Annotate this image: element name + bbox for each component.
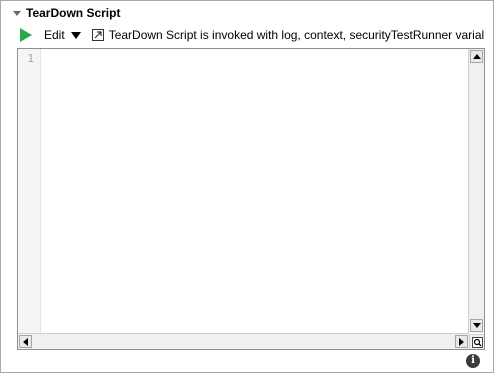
script-editor[interactable]: 1 [17, 48, 485, 350]
scroll-left-button[interactable] [19, 335, 32, 348]
zoom-corner-button[interactable] [469, 334, 484, 349]
script-toolbar: Edit TearDown Script is invoked with log… [20, 26, 484, 44]
edit-dropdown-icon[interactable] [70, 32, 81, 39]
scroll-up-button[interactable] [470, 50, 483, 63]
scroll-right-button[interactable] [455, 335, 468, 348]
play-icon[interactable] [20, 28, 32, 42]
arrow-up-icon [472, 54, 481, 59]
arrow-down-icon [472, 323, 481, 328]
magnifier-icon [471, 336, 483, 348]
line-number-gutter: 1 [18, 49, 41, 333]
panel-header[interactable]: TearDown Script [13, 5, 120, 21]
scroll-down-button[interactable] [470, 319, 483, 332]
edit-menu-label[interactable]: Edit [44, 28, 65, 42]
collapse-arrow-icon[interactable] [13, 11, 21, 16]
script-hint-icon [91, 29, 104, 41]
info-icon[interactable]: i [466, 354, 480, 368]
arrow-left-icon [23, 337, 28, 346]
vertical-scrollbar[interactable] [468, 49, 484, 333]
script-text-area[interactable] [41, 49, 468, 333]
horizontal-scrollbar[interactable] [18, 333, 469, 349]
line-number: 1 [27, 52, 34, 65]
panel-title: TearDown Script [26, 6, 121, 20]
arrow-right-icon [459, 337, 464, 346]
teardown-script-panel: TearDown Script Edit TearDown Script is … [0, 0, 494, 373]
script-hint-text: TearDown Script is invoked with log, con… [108, 28, 485, 42]
